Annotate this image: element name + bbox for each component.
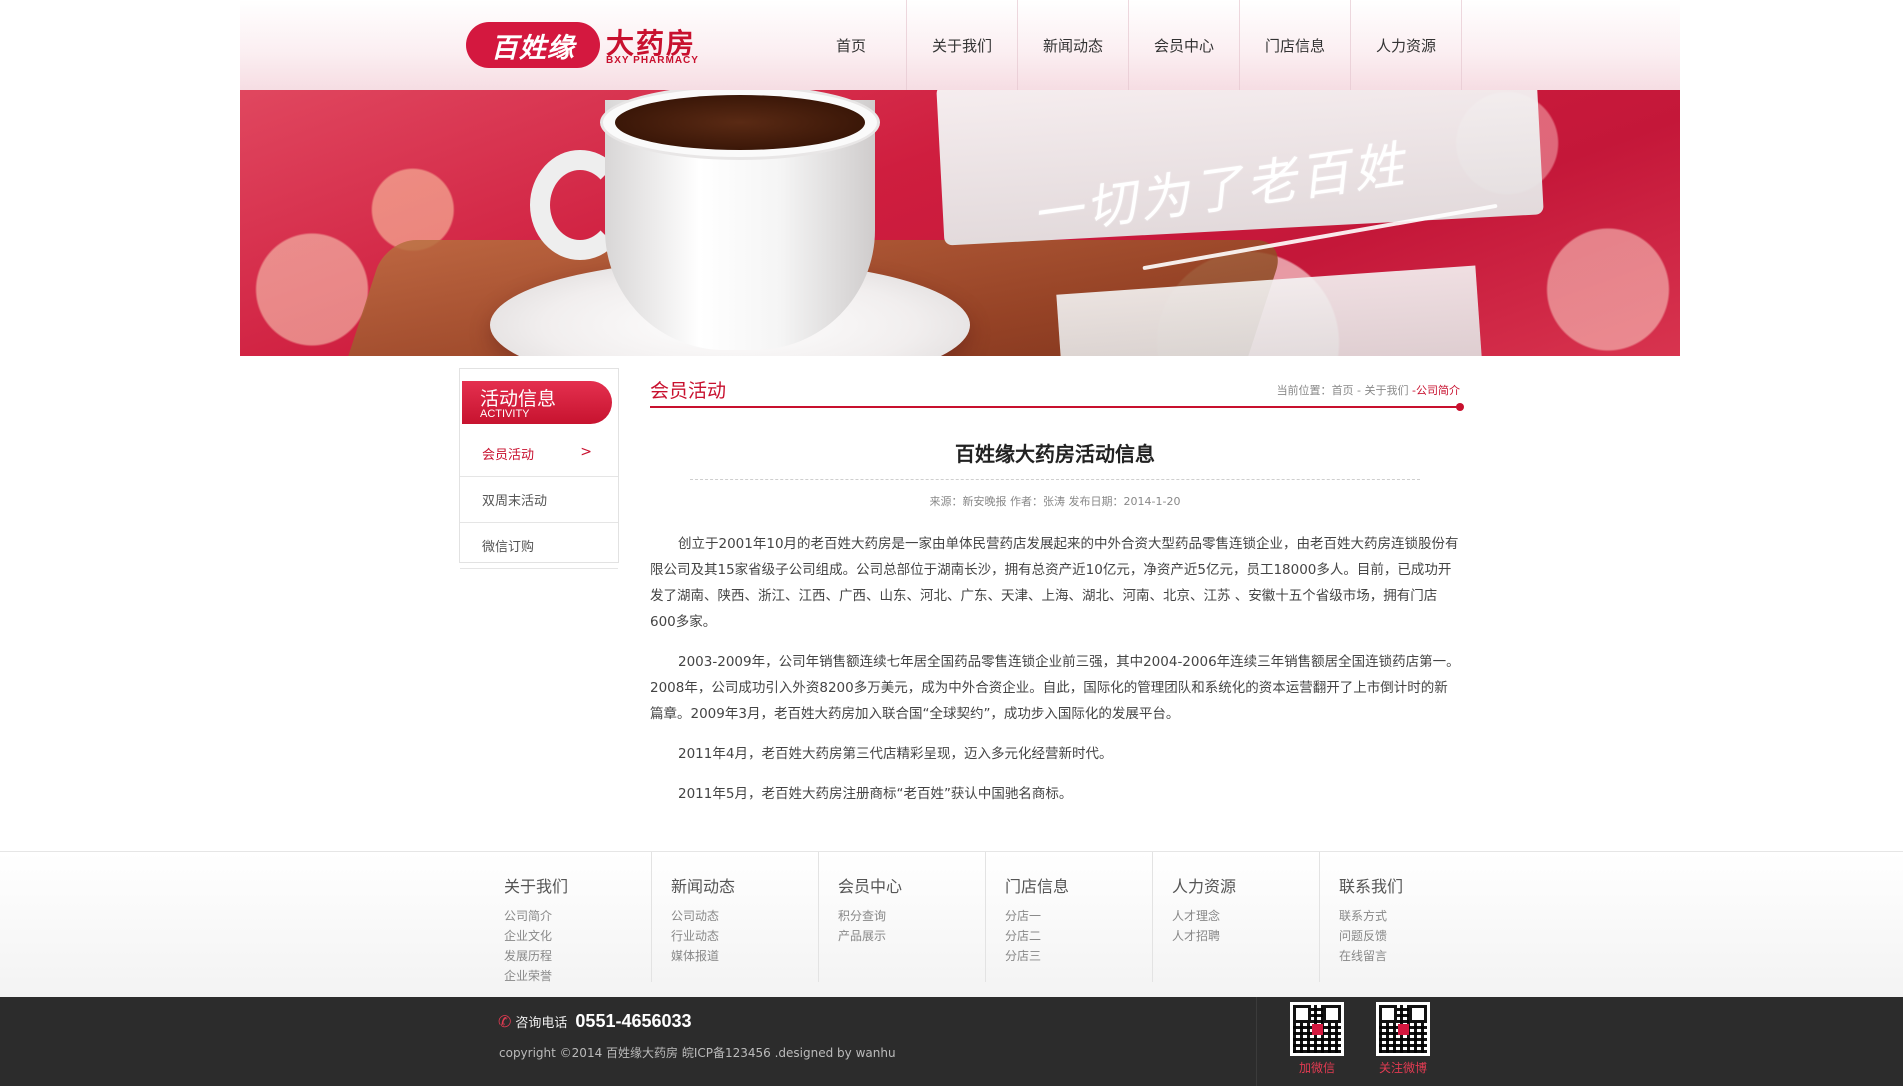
nav-hr[interactable]: 人力资源 bbox=[1351, 0, 1462, 90]
nav-about[interactable]: 关于我们 bbox=[907, 0, 1018, 90]
hotline: ✆ 咨询电话 0551-4656033 bbox=[498, 1011, 692, 1032]
hotline-number: 0551-4656033 bbox=[575, 1011, 692, 1031]
sidebar-subtitle: ACTIVITY bbox=[480, 408, 530, 420]
footer-col-member: 会员中心 积分查询 产品展示 bbox=[819, 852, 986, 982]
breadcrumb-prefix: 当前位置： bbox=[1276, 384, 1332, 397]
nav-stores[interactable]: 门店信息 bbox=[1240, 0, 1351, 90]
sidebar: 活动信息 ACTIVITY 会员活动 > 双周末活动 微信订购 bbox=[459, 368, 619, 569]
site-header: 百姓缘 大药房 BXY PHARMACY 首页 关于我们 新闻动态 会员中心 门… bbox=[240, 0, 1680, 90]
logo-sub-text: BXY PHARMACY bbox=[606, 55, 699, 66]
footer-link[interactable]: 积分查询 bbox=[838, 906, 985, 926]
nav-news[interactable]: 新闻动态 bbox=[1018, 0, 1129, 90]
qr-code-icon bbox=[1290, 1002, 1344, 1056]
nav-home[interactable]: 首页 bbox=[796, 0, 907, 90]
qr-code-icon bbox=[1376, 1002, 1430, 1056]
sidebar-item-label: 微信订购 bbox=[482, 540, 535, 555]
article-divider bbox=[690, 479, 1420, 480]
sidebar-menu: 会员活动 > 双周末活动 微信订购 bbox=[460, 431, 618, 569]
article-paragraph: 2003-2009年，公司年销售额连续七年居全国药品零售连锁企业前三强，其中20… bbox=[650, 654, 1460, 722]
footer-col-news: 新闻动态 公司动态 行业动态 媒体报道 bbox=[652, 852, 819, 982]
footer-link[interactable]: 分店一 bbox=[1005, 906, 1152, 926]
logo-brand: 百姓缘 bbox=[466, 22, 600, 68]
breadcrumb-home[interactable]: 首页 bbox=[1332, 384, 1354, 397]
footer-link[interactable]: 人才理念 bbox=[1172, 906, 1319, 926]
qr-weibo[interactable]: 关注微博 bbox=[1373, 1002, 1433, 1076]
footer-col-hr: 人力资源 人才理念 人才招聘 bbox=[1153, 852, 1320, 982]
footer-col-title[interactable]: 会员中心 bbox=[838, 873, 985, 897]
sidebar-item-label: 双周末活动 bbox=[482, 494, 548, 509]
sidebar-item-member-activity[interactable]: 会员活动 > bbox=[460, 431, 618, 477]
main-nav: 首页 关于我们 新闻动态 会员中心 门店信息 人力资源 bbox=[796, 0, 1462, 90]
section-header: 会员活动 当前位置：首页 - 关于我们 -公司简介 bbox=[650, 368, 1464, 411]
article-title: 百姓缘大药房活动信息 bbox=[955, 442, 1155, 466]
footer-link[interactable]: 行业动态 bbox=[671, 926, 818, 946]
footer-link[interactable]: 在线留言 bbox=[1339, 946, 1487, 966]
footer-link[interactable]: 分店二 bbox=[1005, 926, 1152, 946]
footer-link[interactable]: 企业文化 bbox=[504, 926, 651, 946]
footer-link[interactable]: 人才招聘 bbox=[1172, 926, 1319, 946]
breadcrumb: 当前位置：首页 - 关于我们 -公司简介 bbox=[1277, 382, 1460, 398]
chevron-right-icon: > bbox=[580, 444, 592, 460]
breadcrumb-about[interactable]: 关于我们 bbox=[1365, 384, 1409, 397]
breadcrumb-separator: - bbox=[1408, 384, 1416, 397]
footer-col-title[interactable]: 人力资源 bbox=[1172, 873, 1319, 897]
main-content: 会员活动 当前位置：首页 - 关于我们 -公司简介 百姓缘大药房活动信息 来源：… bbox=[650, 368, 1464, 821]
sidebar-header: 活动信息 ACTIVITY bbox=[462, 381, 612, 424]
footer-col-title[interactable]: 关于我们 bbox=[504, 873, 651, 897]
phone-icon: ✆ bbox=[498, 1012, 512, 1031]
footer-columns: 关于我们 公司简介 企业文化 发展历程 企业荣誉 新闻动态 公司动态 行业动态 … bbox=[485, 852, 1487, 983]
footer-link[interactable]: 联系方式 bbox=[1339, 906, 1487, 926]
article-paragraph: 2011年5月，老百姓大药房注册商标“老百姓”获认中国驰名商标。 bbox=[678, 786, 1073, 802]
sidebar-item-wechat-order[interactable]: 微信订购 bbox=[460, 523, 618, 569]
footer-link[interactable]: 分店三 bbox=[1005, 946, 1152, 966]
footer-col-stores: 门店信息 分店一 分店二 分店三 bbox=[986, 852, 1153, 982]
footer-link[interactable]: 问题反馈 bbox=[1339, 926, 1487, 946]
footer-col-title[interactable]: 联系我们 bbox=[1339, 873, 1487, 897]
breadcrumb-current: 公司简介 bbox=[1416, 384, 1460, 397]
breadcrumb-separator: - bbox=[1353, 384, 1365, 397]
footer-link[interactable]: 公司简介 bbox=[504, 906, 651, 926]
footer-col-title[interactable]: 新闻动态 bbox=[671, 873, 818, 897]
hero-banner: 一切为了老百姓 bbox=[240, 90, 1680, 356]
footer-link[interactable]: 媒体报道 bbox=[671, 946, 818, 966]
copyright: copyright ©2014 百姓缘大药房 皖ICP备123456 .desi… bbox=[499, 1046, 896, 1060]
site-logo[interactable]: 百姓缘 大药房 BXY PHARMACY bbox=[466, 22, 716, 72]
section-title: 会员活动 bbox=[650, 380, 727, 402]
article-body: 创立于2001年10月的老百姓大药房是一家由单体民营药店发展起来的中外合资大型药… bbox=[650, 531, 1460, 807]
qr-codes: 加微信 关注微博 bbox=[1256, 997, 1430, 1086]
sidebar-item-biweekend-activity[interactable]: 双周末活动 bbox=[460, 477, 618, 523]
footer-links: 关于我们 公司简介 企业文化 发展历程 企业荣誉 新闻动态 公司动态 行业动态 … bbox=[0, 851, 1903, 997]
footer-bottom-bar: ✆ 咨询电话 0551-4656033 copyright ©2014 百姓缘大… bbox=[0, 997, 1903, 1086]
article-paragraph: 创立于2001年10月的老百姓大药房是一家由单体民营药店发展起来的中外合资大型药… bbox=[650, 536, 1459, 630]
header-dot bbox=[1456, 403, 1464, 411]
footer-link[interactable]: 产品展示 bbox=[838, 926, 985, 946]
sidebar-item-label: 会员活动 bbox=[482, 448, 535, 463]
footer-link[interactable]: 发展历程 bbox=[504, 946, 651, 966]
sidebar-title: 活动信息 bbox=[480, 388, 557, 410]
hotline-label: 咨询电话 bbox=[515, 1016, 568, 1031]
qr-wechat[interactable]: 加微信 bbox=[1287, 1002, 1347, 1076]
footer-col-contact: 联系我们 联系方式 问题反馈 在线留言 bbox=[1320, 852, 1487, 982]
qr-label: 加微信 bbox=[1298, 1061, 1335, 1075]
banner-coffee bbox=[615, 95, 865, 150]
article-paragraph: 2011年4月，老百姓大药房第三代店精彩呈现，迈入多元化经营新时代。 bbox=[678, 746, 1113, 762]
article-meta: 来源：新安晚报 作者：张涛 发布日期：2014-1-20 bbox=[929, 495, 1181, 508]
qr-label: 关注微博 bbox=[1378, 1061, 1427, 1075]
footer-link[interactable]: 公司动态 bbox=[671, 906, 818, 926]
footer-link[interactable]: 企业荣誉 bbox=[504, 966, 651, 986]
footer-col-title[interactable]: 门店信息 bbox=[1005, 873, 1152, 897]
nav-member[interactable]: 会员中心 bbox=[1129, 0, 1240, 90]
footer-col-about: 关于我们 公司简介 企业文化 发展历程 企业荣誉 bbox=[485, 852, 652, 983]
